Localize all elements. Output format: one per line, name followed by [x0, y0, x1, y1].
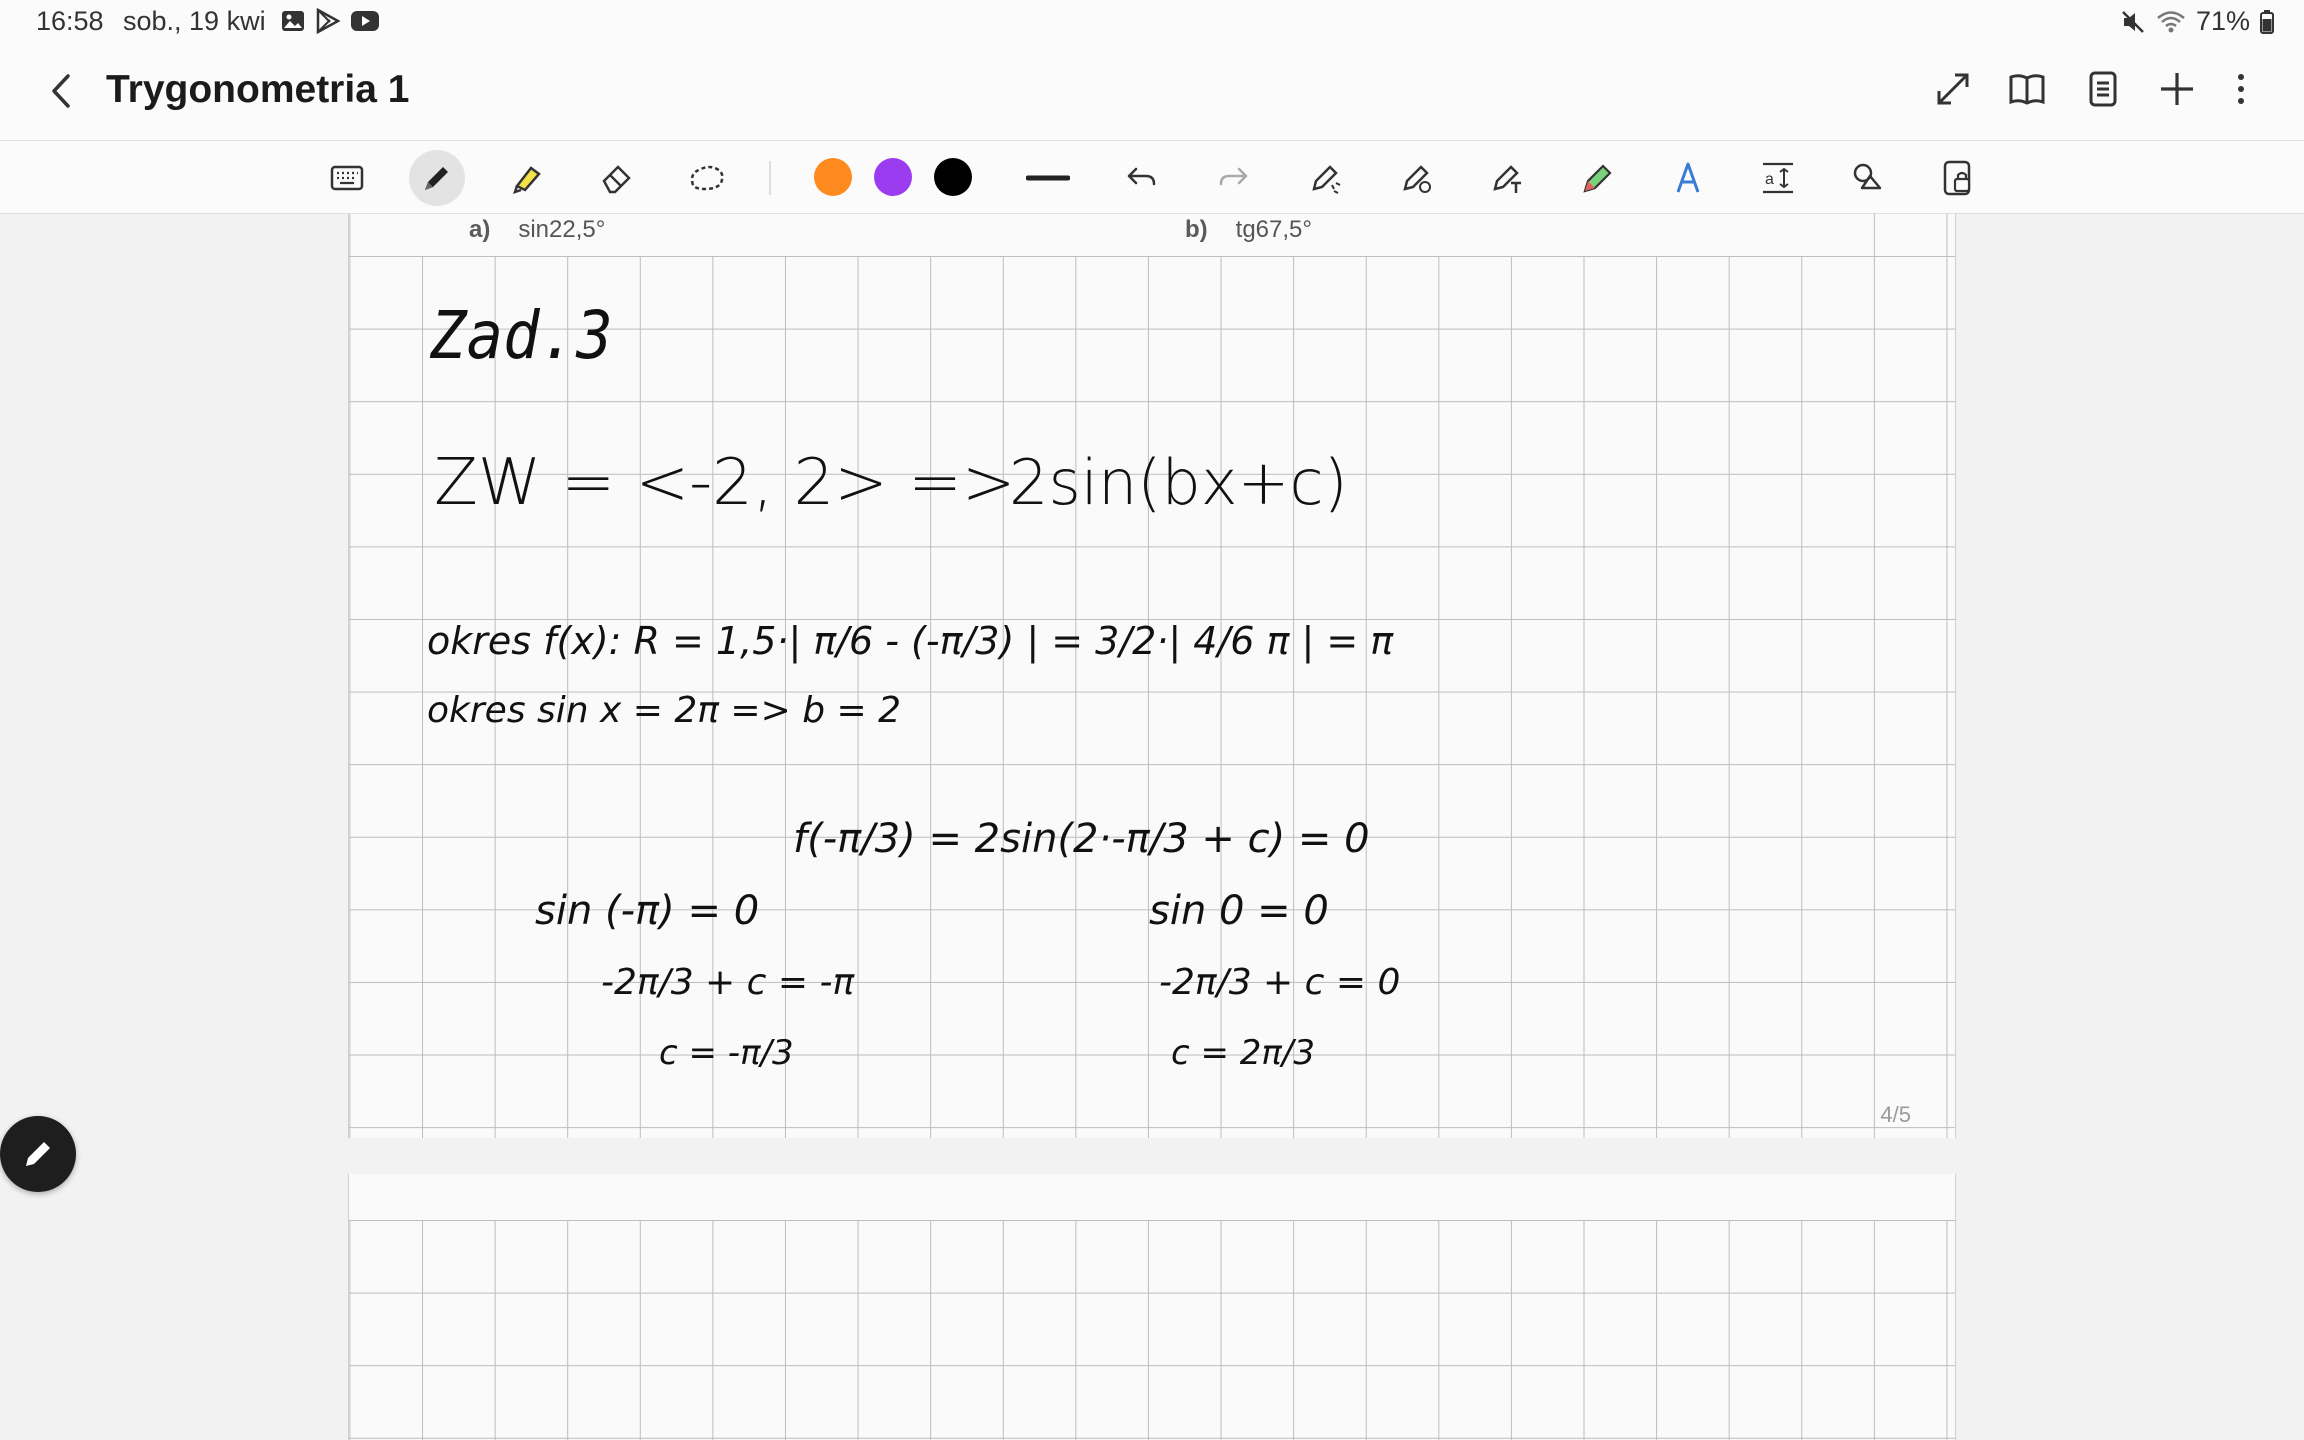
- expand-icon: [1937, 73, 1969, 105]
- fullscreen-button[interactable]: [1928, 64, 1978, 114]
- status-right: 71%: [2120, 6, 2274, 37]
- gallery-icon: [282, 11, 304, 31]
- lock-page-tool[interactable]: [1930, 150, 1986, 206]
- toolbar-separator: [769, 161, 771, 195]
- line3-text: okres sin x = 2π => b = 2: [427, 690, 901, 731]
- keyboard-tool[interactable]: [319, 150, 375, 206]
- battery-percent: 71%: [2195, 6, 2250, 36]
- line4-text: f(-π/3) = 2sin(2·-π/3 + c) = 0: [793, 816, 1370, 862]
- highlighter-icon: [513, 166, 541, 194]
- page-lock-icon: [1943, 160, 1971, 196]
- notebook-page[interactable]: a) sin22,5° b) tg67,5° Zad.3 ZW = <-2, 2> …: [348, 214, 1956, 1138]
- text-pen-tool[interactable]: [1480, 150, 1536, 206]
- line-thickness-icon: [1026, 175, 1070, 181]
- redo-button[interactable]: [1206, 150, 1262, 206]
- pen-shape-icon: [1403, 165, 1431, 193]
- lasso-tool[interactable]: [679, 150, 735, 206]
- line1-left-text: ZW = <-2, 2> =>: [434, 446, 1016, 520]
- book-icon: [2009, 74, 2045, 105]
- eraser-icon: [602, 165, 631, 194]
- left-col-line1: sin (-π) = 0: [535, 888, 759, 934]
- document-icon: [2089, 71, 2117, 107]
- text-style-tool[interactable]: [1660, 150, 1716, 206]
- text-box-icon: a: [1763, 162, 1793, 194]
- back-button[interactable]: [44, 68, 80, 114]
- status-date: sob., 19 kwi: [123, 6, 266, 36]
- status-time: 16:58: [36, 6, 104, 36]
- ai-pen-tool[interactable]: [1299, 150, 1355, 206]
- heading-text: Zad.3: [429, 297, 613, 374]
- more-options-button[interactable]: [2216, 64, 2266, 114]
- notebook-title: Trygonometria 1: [106, 68, 410, 111]
- mute-icon: [2122, 10, 2144, 33]
- pen-sparkle-icon: [1312, 165, 1341, 194]
- more-vertical-icon: [2238, 74, 2244, 104]
- shapes-tool[interactable]: [1840, 150, 1896, 206]
- ink-line4: f(-π/3) = 2sin(2·-π/3 + c) = 0: [793, 816, 1370, 862]
- pencil-icon: [26, 1142, 50, 1166]
- book-view-button[interactable]: [2002, 64, 2052, 114]
- ink-line1: ZW = <-2, 2> => 2sin(bx+c): [434, 446, 1348, 520]
- left-col-line2: -2π/3 + c = -π: [601, 962, 855, 1003]
- page-number: 4/5: [1880, 1102, 1911, 1127]
- next-page-header: [349, 1174, 1955, 1220]
- right-col-line1: sin 0 = 0: [1149, 888, 1329, 934]
- color-pen-tool[interactable]: [1570, 150, 1626, 206]
- ink-right-column: sin 0 = 0 -2π/3 + c = 0 c = 2π/3: [1149, 888, 1400, 1073]
- text-box-tool[interactable]: a: [1750, 150, 1806, 206]
- pen-tool[interactable]: [409, 150, 465, 206]
- shapes-icon: [1853, 163, 1882, 190]
- color-orange[interactable]: [814, 158, 852, 196]
- pen-color-icon: [1583, 164, 1612, 193]
- undo-button[interactable]: [1113, 150, 1169, 206]
- color-purple[interactable]: [874, 158, 912, 196]
- play-store-icon: [316, 8, 341, 34]
- redo-icon: [1219, 167, 1248, 186]
- line1-right-text: 2sin(bx+c): [1009, 446, 1348, 519]
- handwriting-layer: Zad.3 ZW = <-2, 2> => 2sin(bx+c) okres f…: [427, 297, 1400, 1073]
- ink-left-column: sin (-π) = 0 -2π/3 + c = -π c = -π/3: [535, 888, 855, 1073]
- line2-text: okres f(x): R = 1,5·| π/6 - (-π/3) | = 3…: [427, 619, 1394, 664]
- drawing-toolbar: a: [0, 140, 2304, 214]
- shape-pen-tool[interactable]: [1390, 150, 1446, 206]
- title-bar: Trygonometria 1: [0, 42, 2304, 140]
- color-black[interactable]: [934, 158, 972, 196]
- right-col-line3: c = 2π/3: [1171, 1033, 1315, 1073]
- stroke-width-tool[interactable]: [1020, 150, 1076, 206]
- edit-fab-button[interactable]: [0, 1116, 76, 1192]
- undo-icon: [1127, 167, 1156, 186]
- eraser-tool[interactable]: [589, 150, 645, 206]
- wifi-icon: [2157, 10, 2185, 32]
- highlighter-tool[interactable]: [499, 150, 555, 206]
- notebook-page-next[interactable]: [348, 1174, 1956, 1440]
- left-col-line3: c = -π/3: [659, 1033, 794, 1073]
- chevron-left-icon: [52, 74, 70, 108]
- status-bar: 16:58 sob., 19 kwi 71%: [0, 0, 2304, 42]
- lasso-icon: [690, 165, 724, 191]
- notification-icons: [280, 8, 380, 34]
- add-page-button[interactable]: [2152, 64, 2202, 114]
- text-format-icon: [1676, 162, 1700, 193]
- battery-icon: [2260, 9, 2274, 34]
- pen-icon: [425, 167, 448, 190]
- ink-line2: okres f(x): R = 1,5·| π/6 - (-π/3) | = 3…: [427, 619, 1394, 664]
- keyboard-icon: [330, 165, 364, 191]
- youtube-icon: [351, 11, 379, 31]
- plus-icon: [2161, 73, 2193, 105]
- pen-text-icon: [1493, 165, 1521, 193]
- svg-text:a: a: [1765, 171, 1774, 188]
- right-col-line2: -2π/3 + c = 0: [1159, 962, 1400, 1003]
- ink-line3: okres sin x = 2π => b = 2: [427, 690, 901, 731]
- page-list-button[interactable]: [2078, 64, 2128, 114]
- ink-heading: Zad.3: [429, 297, 613, 374]
